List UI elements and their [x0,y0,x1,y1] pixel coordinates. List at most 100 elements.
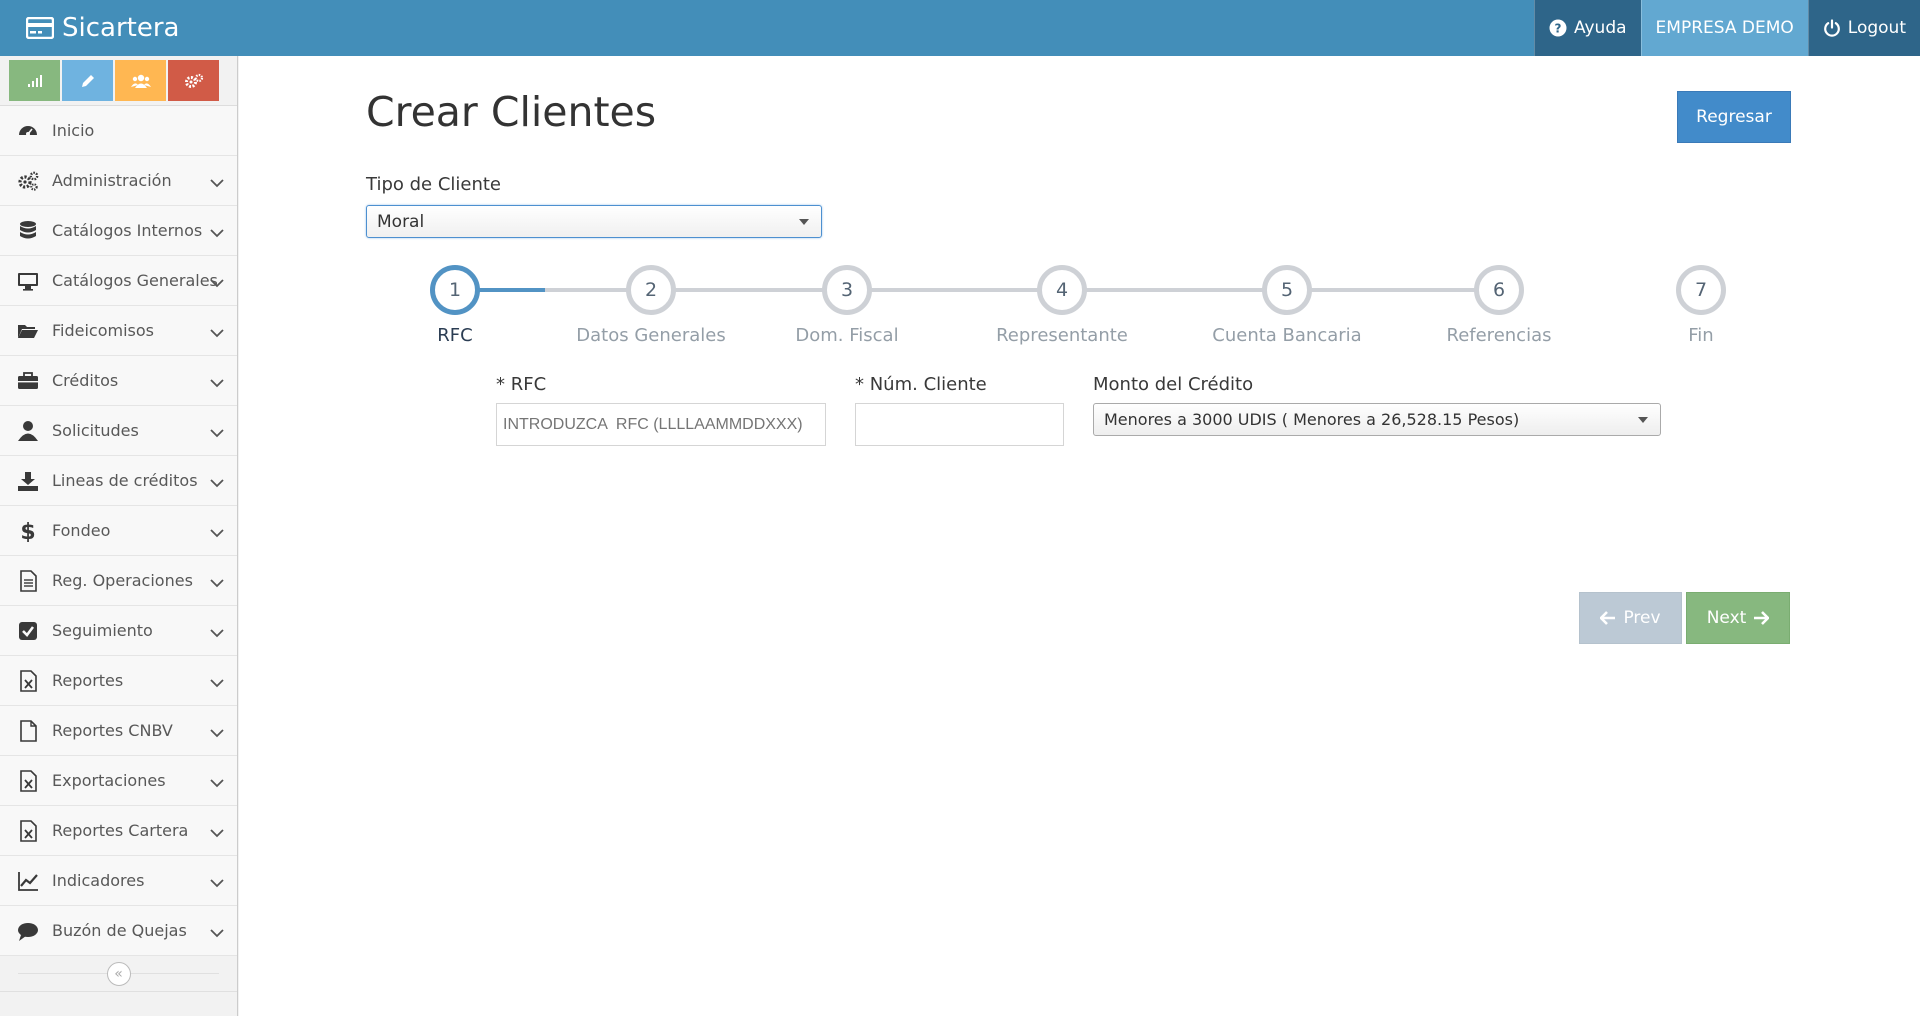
sidebar-item-label: Reportes Cartera [52,821,189,840]
collapse-toggle-button[interactable]: « [106,961,131,986]
line-chart-icon [13,866,43,896]
sidebar-item-label: Reportes CNBV [52,721,173,740]
step-number: 2 [626,265,676,315]
sidebar-menu: Inicio Administración Catálogos Internos Ca… [0,106,237,956]
caret-down-icon [1638,417,1648,423]
sidebar-collapse: « [0,956,237,992]
company-label: EMPRESA DEMO [1655,18,1794,38]
sidebar: Inicio Administración Catálogos Internos Ca… [0,56,238,1016]
sidebar-item[interactable]: Reg. Operaciones [0,556,237,606]
credit-amount-value: Menores a 3000 UDIS ( Menores a 26,528.1… [1104,410,1520,429]
sidebar-item-label: Inicio [52,121,95,140]
shortcut-settings-button[interactable] [168,60,219,101]
chevron-down-icon [210,723,224,742]
wizard-step[interactable]: 2 Datos Generales [551,261,751,346]
client-number-input[interactable] [855,403,1064,446]
sidebar-item-label: Reportes [52,671,124,690]
sidebar-item[interactable]: Reportes [0,656,237,706]
sidebar-item-label: Reg. Operaciones [52,571,193,590]
wizard-steps: 1 RFC 2 Datos Generales 3 Dom. Fiscal 4 Represe… [239,261,1920,346]
step-number: 3 [822,265,872,315]
chevron-down-icon [210,173,224,192]
cogs-icon [13,166,43,196]
sidebar-item-label: Catálogos Internos [52,221,203,240]
back-button[interactable]: Regresar [1677,91,1791,143]
question-circle-icon: ? [1549,19,1567,37]
client-type-select[interactable]: Moral [366,205,822,238]
svg-text:?: ? [1555,22,1562,36]
sidebar-item[interactable]: Fideicomisos [0,306,237,356]
sidebar-item[interactable]: Administración [0,156,237,206]
chevron-down-icon [210,373,224,392]
rfc-input[interactable] [496,403,826,446]
sidebar-item[interactable]: Reportes Cartera [0,806,237,856]
users-icon [130,74,151,88]
sidebar-item[interactable]: Solicitudes [0,406,237,456]
brand-name: Sicartera [62,13,180,43]
check-square-icon [13,616,43,646]
client-type-label: Tipo de Cliente [366,174,502,195]
wizard-step[interactable]: 4 Representante [962,261,1162,346]
sidebar-item[interactable]: Catálogos Generales [0,256,237,306]
help-button[interactable]: ? Ayuda [1534,0,1641,56]
sidebar-item-label: Créditos [52,371,119,390]
step-title: Cuenta Bancaria [1212,325,1362,346]
chevron-down-icon [210,423,224,442]
step-title: Datos Generales [576,325,726,346]
wizard-step[interactable]: 1 RFC [355,261,555,346]
rfc-label: * RFC [496,374,547,395]
chevron-down-icon [210,623,224,642]
step-number: 4 [1037,265,1087,315]
power-icon [1823,19,1840,37]
desktop-icon [13,266,43,296]
dollar-icon: $ [13,516,43,546]
sidebar-item-label: Exportaciones [52,771,166,790]
arrow-left-icon [1600,611,1616,625]
prev-button[interactable]: Prev [1579,592,1682,644]
sidebar-shortcuts [0,56,237,106]
chevron-down-icon [210,273,224,292]
download-icon [13,466,43,496]
wizard-step[interactable]: 7 Fin [1601,261,1801,346]
logout-button[interactable]: Logout [1807,0,1920,56]
credit-amount-select[interactable]: Menores a 3000 UDIS ( Menores a 26,528.1… [1093,403,1661,436]
sidebar-item[interactable]: Lineas de créditos [0,456,237,506]
company-button[interactable]: EMPRESA DEMO [1640,0,1808,56]
chevron-down-icon [210,523,224,542]
client-type-value: Moral [377,211,425,232]
next-button[interactable]: Next [1686,592,1790,644]
next-label: Next [1706,608,1747,628]
chevron-down-icon [210,573,224,592]
chevron-down-icon [210,323,224,342]
step-number: 6 [1474,265,1524,315]
sidebar-item[interactable]: Catálogos Internos [0,206,237,256]
shortcut-edit-button[interactable] [62,60,113,101]
brand[interactable]: Sicartera [0,0,179,56]
sidebar-item[interactable]: Exportaciones [0,756,237,806]
sidebar-item[interactable]: Reportes CNBV [0,706,237,756]
wizard-step[interactable]: 6 Referencias [1399,261,1599,346]
file-icon [13,716,43,746]
client-number-label: * Núm. Cliente [855,374,987,395]
sidebar-item[interactable]: Buzón de Quejas [0,906,237,956]
sidebar-item[interactable]: Seguimiento [0,606,237,656]
file-excel-icon [13,766,43,796]
sidebar-item-label: Seguimiento [52,621,153,640]
signal-icon [27,74,42,87]
sidebar-item[interactable]: Créditos [0,356,237,406]
wizard-step[interactable]: 5 Cuenta Bancaria [1187,261,1387,346]
sidebar-item[interactable]: Indicadores [0,856,237,906]
sidebar-item-label: Lineas de créditos [52,471,198,490]
sidebar-item[interactable]: Inicio [0,106,237,156]
wizard-step[interactable]: 3 Dom. Fiscal [747,261,947,346]
sidebar-item[interactable]: $ Fondeo [0,506,237,556]
file-excel-icon [13,666,43,696]
folder-open-icon [13,316,43,346]
shortcut-stats-button[interactable] [9,60,60,101]
prev-label: Prev [1623,608,1661,628]
chevron-down-icon [210,873,224,892]
shortcut-users-button[interactable] [115,60,166,101]
step-title: Fin [1688,325,1714,346]
main-content: Crear Clientes Regresar Tipo de Cliente … [239,56,1920,1016]
help-label: Ayuda [1574,18,1627,38]
